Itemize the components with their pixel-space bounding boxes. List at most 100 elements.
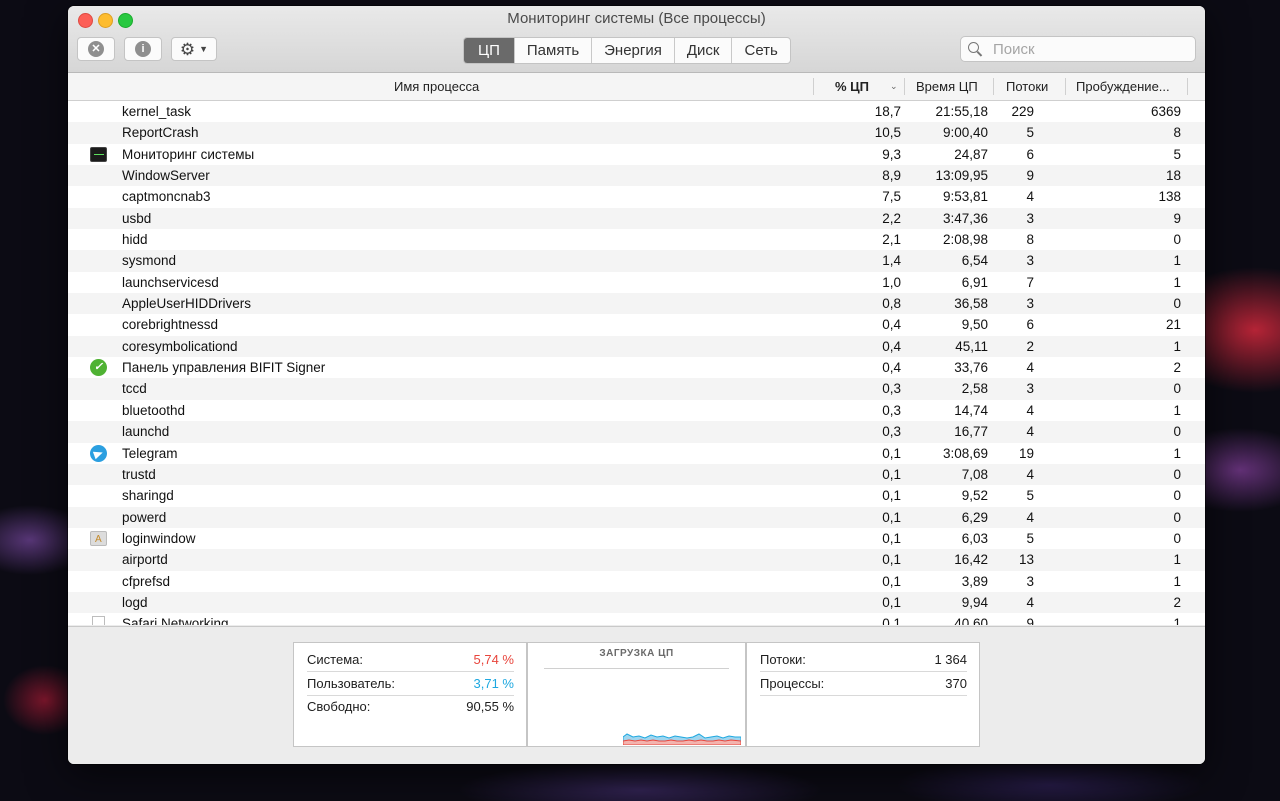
process-cpu-time: 6,54 [961,253,988,269]
process-cpu-time: 9,94 [961,594,988,610]
table-row[interactable]: launchservicesd 1,0 6,91 7 1 [68,272,1205,293]
process-threads: 4 [1026,402,1034,418]
table-row[interactable]: kernel_task 18,7 21:55,18 229 6369 [68,101,1205,122]
process-cpu-percent: 2,2 [882,210,901,226]
process-wakeups: 0 [1173,488,1181,504]
table-row[interactable]: Safari Networking 0,1 40,60 9 1 [68,613,1205,625]
process-threads: 3 [1026,381,1034,397]
process-cpu-percent: 1,4 [882,253,901,269]
table-row[interactable]: WindowServer 8,9 13:09,95 9 18 [68,165,1205,187]
table-row[interactable]: usbd 2,2 3:47,36 3 9 [68,207,1205,230]
process-cpu-time: 45,11 [955,338,988,354]
tab-network[interactable]: Сеть [731,38,789,63]
column-header-wakeups[interactable]: Пробуждение... [1076,73,1170,100]
activity-monitor-icon [90,146,107,162]
graph-divider [544,668,729,669]
process-name: powerd [122,509,167,525]
process-cpu-time: 40,60 [954,616,988,625]
process-name: usbd [122,210,152,226]
cpu-usage-panel: Система: 5,74 % Пользователь: 3,71 % Сво… [293,642,527,747]
process-name: sharingd [122,488,174,504]
table-row[interactable]: launchd 0,3 16,77 4 0 [68,421,1205,443]
process-threads: 3 [1026,296,1034,312]
table-row[interactable]: sysmond 1,4 6,54 3 1 [68,250,1205,272]
process-name: AppleUserHIDDrivers [122,296,252,312]
column-header-threads[interactable]: Потоки [1006,73,1048,100]
column-header-name[interactable]: Имя процесса [394,73,479,100]
table-row[interactable]: corebrightnessd 0,4 9,50 6 21 [68,314,1205,335]
chevron-down-icon: ▼ [199,44,209,54]
process-name: WindowServer [122,168,210,184]
tab-energy[interactable]: Энергия [591,38,674,63]
process-cpu-percent: 0,1 [882,488,901,504]
sort-descending-icon: ⌄ [890,81,898,91]
table-row[interactable]: trustd 0,1 7,08 4 0 [68,463,1205,486]
process-threads: 2 [1026,338,1034,354]
table-row[interactable]: airportd 0,1 16,42 13 1 [68,549,1205,571]
column-divider [993,78,994,95]
process-name: sysmond [122,253,177,269]
process-wakeups: 8 [1173,125,1181,141]
table-row[interactable]: ✓ Панель управления BIFIT Signer 0,4 33,76 4… [68,357,1205,378]
column-header-cpu[interactable]: % ЦП [835,73,869,100]
table-row[interactable]: ReportCrash 10,5 9:00,40 5 8 [68,122,1205,144]
process-name: cfprefsd [122,573,171,589]
process-cpu-time: 21:55,18 [935,104,988,119]
table-row[interactable]: sharingd 0,1 9,52 5 0 [68,485,1205,506]
process-cpu-time: 9:00,40 [942,125,988,141]
view-tabs: ЦП Память Энергия Диск Сеть [463,37,791,64]
process-cpu-percent: 7,5 [882,189,901,205]
table-row[interactable]: captmoncnab3 7,5 9:53,81 4 138 [68,186,1205,207]
search-input[interactable] [991,39,1185,59]
process-cpu-percent: 0,4 [882,338,901,354]
table-row[interactable]: bluetoothd 0,3 14,74 4 1 [68,400,1205,421]
process-wakeups: 21 [1165,317,1181,333]
process-cpu-percent: 18,7 [874,104,901,119]
process-cpu-time: 36,58 [954,296,988,312]
process-cpu-percent: 0,3 [882,424,901,440]
table-row[interactable]: hidd 2,1 2:08,98 8 0 [68,229,1205,250]
process-wakeups: 0 [1173,296,1181,312]
table-row[interactable]: tccd 0,3 2,58 3 0 [68,378,1205,400]
tab-disk[interactable]: Диск [673,38,732,63]
process-name: launchd [122,424,170,440]
table-row[interactable]: coresymbolicationd 0,4 45,11 2 1 [68,335,1205,358]
loginwindow-icon [90,529,107,550]
stat-processes: Процессы: 370 [760,672,967,696]
action-menu-button[interactable]: ⚙ ▼ [171,37,217,61]
bifit-signer-icon: ✓ [90,359,107,377]
process-threads: 3 [1026,210,1034,226]
cpu-load-graph-title: ЗАГРУЗКА ЦП [599,648,674,659]
process-name: coresymbolicationd [122,338,238,354]
process-cpu-time: 13:09,95 [935,168,988,184]
tab-memory[interactable]: Память [513,38,591,63]
process-cpu-percent: 2,1 [882,232,901,248]
tab-cpu[interactable]: ЦП [464,38,514,63]
process-threads: 6 [1026,146,1034,162]
table-row[interactable]: powerd 0,1 6,29 4 0 [68,506,1205,528]
cpu-load-graph-panel: ЗАГРУЗКА ЦП [527,642,746,747]
inspect-process-button[interactable]: i [124,37,162,61]
table-row[interactable]: cfprefsd 0,1 3,89 3 1 [68,571,1205,592]
process-cpu-time: 6,29 [961,509,988,525]
column-divider [1187,78,1188,95]
process-cpu-time: 16,42 [954,552,988,568]
search-field[interactable] [960,36,1196,62]
process-threads: 7 [1026,274,1034,290]
process-name: Панель управления BIFIT Signer [122,360,326,376]
stat-system-label: Система: [307,652,363,667]
process-cpu-time: 14,74 [954,402,988,418]
process-cpu-time: 2:08,98 [942,232,988,248]
table-row[interactable]: Мониторинг системы 9,3 24,87 6 5 [68,144,1205,165]
column-header-cpu-time[interactable]: Время ЦП [916,73,978,100]
table-row[interactable]: AppleUserHIDDrivers 0,8 36,58 3 0 [68,293,1205,315]
process-cpu-percent: 0,8 [882,296,901,312]
table-row[interactable]: Telegram 0,1 3:08,69 19 1 [68,443,1205,464]
process-name: trustd [122,466,156,482]
process-threads: 5 [1026,530,1034,546]
process-wakeups: 1 [1173,552,1181,568]
table-row[interactable]: loginwindow 0,1 6,03 5 0 [68,528,1205,550]
stat-system-value: 5,74 % [473,652,514,667]
stop-process-button[interactable]: ✕ [77,37,115,61]
table-row[interactable]: logd 0,1 9,94 4 2 [68,591,1205,614]
